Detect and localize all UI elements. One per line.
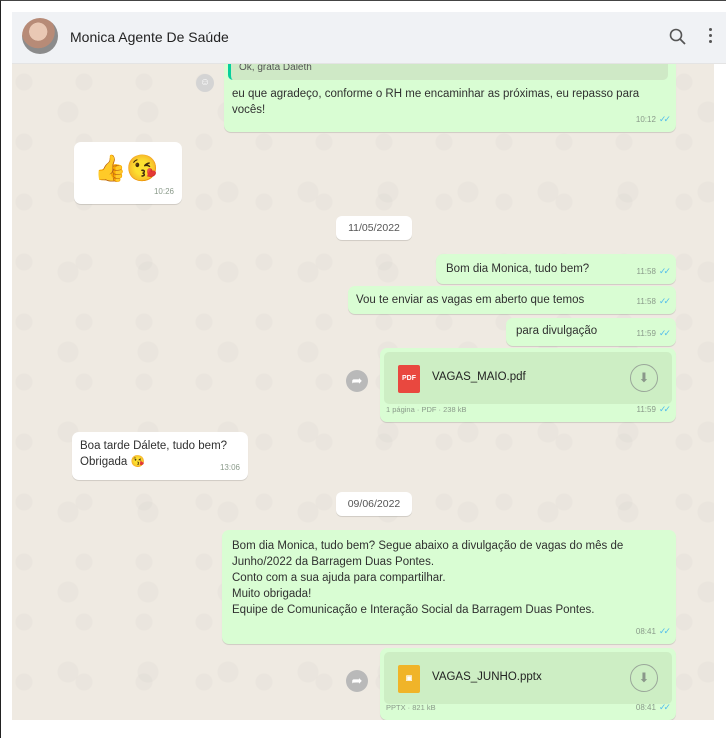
read-ticks-icon: ✓✓ xyxy=(658,266,671,276)
contact-avatar[interactable] xyxy=(22,18,58,54)
forward-icon[interactable]: ➦ xyxy=(346,370,368,392)
emoji-message: 👍😘 xyxy=(94,153,159,183)
read-ticks-icon: ✓✓ xyxy=(658,626,671,636)
file-message-outgoing[interactable]: PDF VAGAS_MAIO.pdf ⬇ 1 página · PDF · 23… xyxy=(380,348,676,422)
message-bubble-outgoing[interactable]: Bom dia Monica, tudo bem? 11:58 ✓✓ xyxy=(436,254,676,284)
download-icon[interactable]: ⬇ xyxy=(630,664,658,692)
file-name: VAGAS_MAIO.pdf xyxy=(432,371,526,383)
message-time: 11:58 xyxy=(636,297,656,306)
message-meta: 10:12 ✓✓ xyxy=(635,111,671,128)
message-time: 11:58 xyxy=(636,267,656,276)
file-name: VAGAS_JUNHO.pptx xyxy=(432,671,542,683)
message-text-line: Obrigada 😘 xyxy=(80,456,145,468)
message-bubble-outgoing[interactable]: Ok, grata Daleth eu que agradeço, confor… xyxy=(224,64,676,132)
message-text: Vou te enviar as vagas em aberto que tem… xyxy=(356,294,585,306)
message-bubble-outgoing[interactable]: Bom dia Monica, tudo bem? Segue abaixo a… xyxy=(222,530,676,644)
message-meta: 11:59 ✓✓ xyxy=(636,325,671,342)
message-text-line: Boa tarde Dálete, tudo bem? xyxy=(80,440,228,452)
message-time: 11:59 xyxy=(636,405,656,414)
download-icon[interactable]: ⬇ xyxy=(630,364,658,392)
date-separator: 11/05/2022 xyxy=(336,216,412,240)
message-time: 13:06 xyxy=(219,463,240,472)
message-text-line: Muito obrigada! xyxy=(232,588,312,600)
message-meta: 08:41 ✓✓ xyxy=(635,699,671,716)
quoted-message[interactable]: Ok, grata Daleth xyxy=(228,64,668,80)
message-time: 10:12 xyxy=(635,115,656,124)
file-info: PPTX · 821 kB xyxy=(386,703,436,712)
message-text-line: Junho/2022 da Barragem Duas Pontes. xyxy=(232,556,435,568)
message-meta: 11:59 ✓✓ xyxy=(636,401,671,418)
forward-icon[interactable]: ➦ xyxy=(346,670,368,692)
file-message-outgoing[interactable]: ▣ VAGAS_JUNHO.pptx ⬇ PPTX · 821 kB 08:41… xyxy=(380,648,676,720)
message-meta: 11:58 ✓✓ xyxy=(636,293,671,310)
message-text: eu que agradeço, conforme o RH me encami… xyxy=(232,88,640,116)
message-time: 08:41 xyxy=(635,627,656,636)
kebab-menu-icon[interactable] xyxy=(706,26,714,48)
file-info: 1 página · PDF · 238 kB xyxy=(386,405,467,414)
message-time: 10:26 xyxy=(153,187,174,196)
message-text: Bom dia Monica, tudo bem? xyxy=(446,263,590,275)
message-text: para divulgação xyxy=(516,325,598,337)
message-bubble-incoming[interactable]: Boa tarde Dálete, tudo bem? Obrigada 😘 1… xyxy=(72,432,248,480)
search-icon[interactable] xyxy=(668,27,688,47)
message-bubble-outgoing[interactable]: para divulgação 11:59 ✓✓ xyxy=(506,318,676,346)
pptx-file-icon: ▣ xyxy=(398,665,420,693)
message-time: 11:59 xyxy=(636,329,656,338)
file-card[interactable]: ▣ VAGAS_JUNHO.pptx ⬇ xyxy=(384,652,672,704)
read-ticks-icon: ✓✓ xyxy=(658,114,671,124)
pdf-file-icon: PDF xyxy=(398,365,420,393)
reaction-emoji-icon[interactable]: ☺ xyxy=(196,74,214,92)
file-card[interactable]: PDF VAGAS_MAIO.pdf ⬇ xyxy=(384,352,672,404)
message-text-line: Equipe de Comunicação e Interação Social… xyxy=(232,604,595,616)
contact-name[interactable]: Monica Agente De Saúde xyxy=(70,29,229,45)
message-bubble-outgoing[interactable]: Vou te enviar as vagas em aberto que tem… xyxy=(348,286,676,314)
chat-header: Monica Agente De Saúde xyxy=(12,12,726,64)
date-separator: 09/06/2022 xyxy=(336,492,412,516)
message-text-line: Bom dia Monica, tudo bem? Segue abaixo a… xyxy=(232,540,624,552)
message-text-line: Conto com a sua ajuda para compartilhar. xyxy=(232,572,446,584)
message-bubble-incoming[interactable]: 👍😘 10:26 xyxy=(74,142,182,204)
read-ticks-icon: ✓✓ xyxy=(658,702,671,712)
read-ticks-icon: ✓✓ xyxy=(658,404,671,414)
read-ticks-icon: ✓✓ xyxy=(658,328,671,338)
message-time: 08:41 xyxy=(635,703,656,712)
read-ticks-icon: ✓✓ xyxy=(658,296,671,306)
chat-area[interactable]: ☺ Ok, grata Daleth eu que agradeço, conf… xyxy=(12,64,714,720)
message-meta: 11:58 ✓✓ xyxy=(636,263,671,280)
message-meta: 08:41 ✓✓ xyxy=(635,623,671,640)
